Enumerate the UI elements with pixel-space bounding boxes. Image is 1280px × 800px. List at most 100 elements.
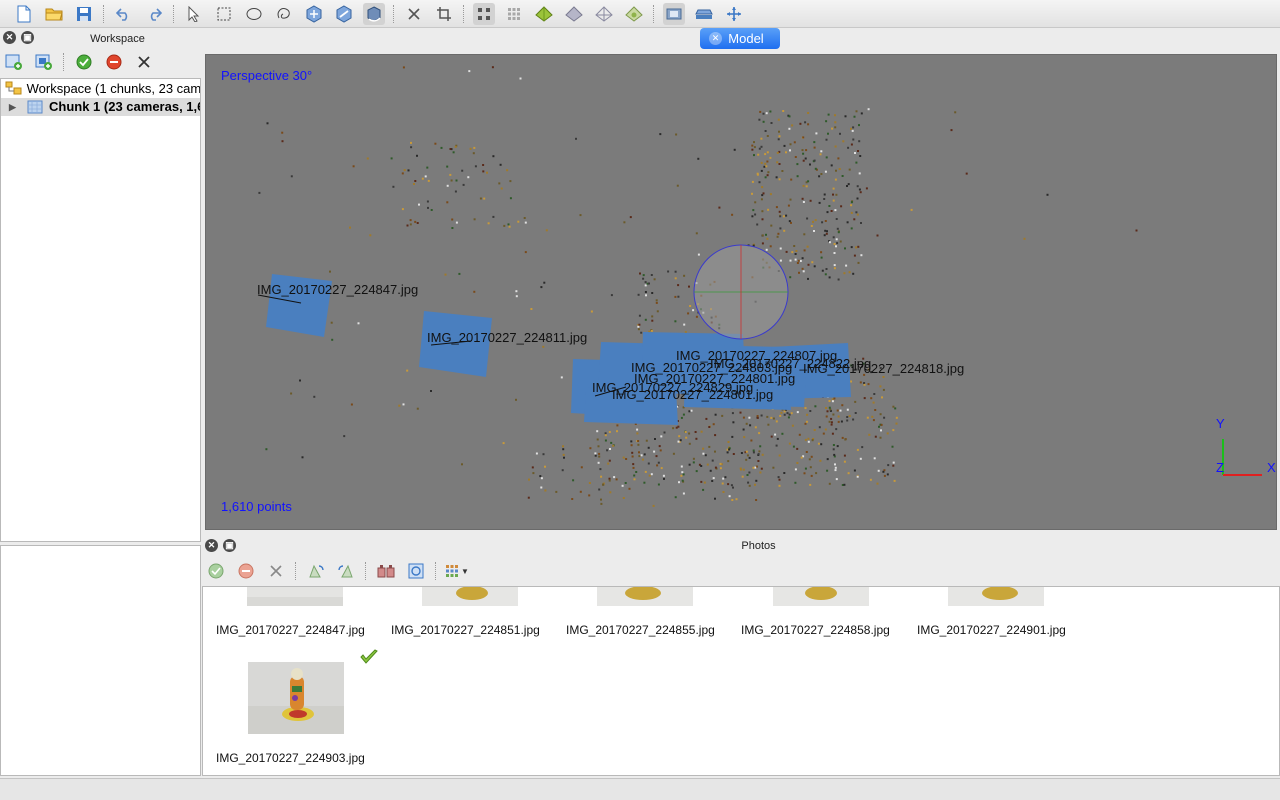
cloud-point xyxy=(638,323,641,326)
cloud-point xyxy=(398,404,401,407)
remove-camera-icon[interactable] xyxy=(265,560,287,582)
rotate-right-icon[interactable] xyxy=(335,560,357,582)
camera-label[interactable]: IMG_20170227_224801.jpg xyxy=(612,387,773,402)
remove-item-icon[interactable] xyxy=(133,51,155,73)
shaded-model-icon[interactable] xyxy=(533,3,555,25)
disable-camera-icon[interactable] xyxy=(235,560,257,582)
cloud-point xyxy=(820,251,823,254)
axis-gizmo xyxy=(1222,439,1262,476)
rectangle-selection-icon[interactable] xyxy=(213,3,235,25)
cloud-point xyxy=(859,191,862,194)
cloud-point xyxy=(629,216,632,219)
reset-view-icon[interactable] xyxy=(723,3,745,25)
rotate-left-icon[interactable] xyxy=(305,560,327,582)
cloud-point xyxy=(761,186,764,189)
cloud-point xyxy=(828,276,831,279)
add-photos-icon[interactable] xyxy=(33,51,55,73)
rotate-object-icon[interactable] xyxy=(363,3,385,25)
cloud-point xyxy=(700,430,703,433)
cloud-point xyxy=(732,486,734,489)
cloud-point xyxy=(881,396,883,399)
circle-selection-icon[interactable] xyxy=(243,3,265,25)
expand-arrow-icon[interactable]: ▶ xyxy=(9,98,16,116)
photo-name[interactable]: IMG_20170227_224903.jpg xyxy=(216,751,365,765)
view-mode-dropdown[interactable]: ▼ xyxy=(443,560,471,582)
cloud-point xyxy=(851,129,854,132)
rotate-region-icon[interactable] xyxy=(333,3,355,25)
cloud-point xyxy=(527,496,530,499)
photo-thumbnail[interactable] xyxy=(597,587,693,606)
close-photos-icon[interactable]: ✕ xyxy=(205,539,218,552)
cloud-point xyxy=(879,413,882,416)
cloud-point xyxy=(760,467,763,470)
cloud-point xyxy=(684,331,687,334)
photo-thumbnail[interactable] xyxy=(422,587,518,606)
close-tab-icon[interactable]: ✕ xyxy=(709,32,722,45)
enable-camera-icon[interactable] xyxy=(205,560,227,582)
photo-thumbnail[interactable] xyxy=(248,662,344,734)
cloud-point xyxy=(694,431,697,433)
photo-thumbnail[interactable] xyxy=(773,587,869,606)
cloud-point xyxy=(410,141,412,144)
new-document-icon[interactable] xyxy=(13,3,35,25)
textured-model-icon[interactable] xyxy=(623,3,645,25)
open-folder-icon[interactable] xyxy=(43,3,65,25)
disable-icon[interactable] xyxy=(103,51,125,73)
photo-name[interactable]: IMG_20170227_224851.jpg xyxy=(391,623,540,637)
photo-thumbnail[interactable] xyxy=(247,587,343,606)
cloud-point xyxy=(814,167,817,170)
cloud-point xyxy=(832,236,835,239)
cloud-point xyxy=(824,273,827,276)
resize-region-icon[interactable] xyxy=(303,3,325,25)
cloud-point xyxy=(869,478,872,481)
cloud-point xyxy=(687,312,690,315)
solid-model-icon[interactable] xyxy=(563,3,585,25)
reset-camera-icon[interactable] xyxy=(405,560,427,582)
point-cloud-icon[interactable] xyxy=(473,3,495,25)
cloud-point xyxy=(539,475,542,478)
tree-item-workspace[interactable]: Workspace (1 chunks, 23 cameras) xyxy=(5,80,200,98)
free-form-selection-icon[interactable] xyxy=(273,3,295,25)
cloud-point xyxy=(571,498,574,500)
trackball-gizmo[interactable] xyxy=(693,244,789,340)
float-workspace-icon[interactable]: ▣ xyxy=(21,31,34,44)
photo-name[interactable]: IMG_20170227_224901.jpg xyxy=(917,623,1066,637)
camera-label[interactable]: IMG_20170227_224847.jpg xyxy=(257,282,418,297)
camera-label[interactable]: IMG_20170227_224811.jpg xyxy=(427,330,587,345)
wireframe-model-icon[interactable] xyxy=(593,3,615,25)
float-photos-icon[interactable]: ▣ xyxy=(223,539,236,552)
photo-name[interactable]: IMG_20170227_224858.jpg xyxy=(741,623,890,637)
cloud-point xyxy=(858,188,861,191)
cloud-point xyxy=(662,474,665,477)
cloud-point xyxy=(760,145,763,148)
navigation-arrow-icon[interactable] xyxy=(183,3,205,25)
photo-thumbnail[interactable] xyxy=(948,587,1044,606)
save-icon[interactable] xyxy=(73,3,95,25)
camera-calibration-icon[interactable] xyxy=(375,560,397,582)
cloud-point xyxy=(625,458,628,460)
cloud-point xyxy=(820,173,823,175)
enable-icon[interactable] xyxy=(73,51,95,73)
cloud-point xyxy=(859,381,862,384)
show-region-icon[interactable] xyxy=(693,3,715,25)
dense-cloud-icon[interactable] xyxy=(503,3,525,25)
tab-model[interactable]: ✕ Model xyxy=(700,28,780,49)
close-workspace-icon[interactable]: ✕ xyxy=(3,31,16,44)
undo-icon[interactable] xyxy=(113,3,135,25)
show-cameras-icon[interactable] xyxy=(663,3,685,25)
3d-viewport[interactable]: Perspective 30° 1,610 points Y Z X IMG_2… xyxy=(205,54,1277,530)
cloud-point xyxy=(853,469,856,472)
photo-name[interactable]: IMG_20170227_224855.jpg xyxy=(566,623,715,637)
crop-selection-icon[interactable] xyxy=(433,3,455,25)
delete-selection-icon[interactable] xyxy=(403,3,425,25)
cloud-point xyxy=(722,477,725,480)
cloud-point xyxy=(714,434,717,437)
redo-icon[interactable] xyxy=(143,3,165,25)
cloud-point xyxy=(834,178,837,181)
add-chunk-icon[interactable] xyxy=(3,51,25,73)
cloud-point xyxy=(834,469,837,472)
cloud-point xyxy=(767,423,770,426)
photo-name[interactable]: IMG_20170227_224847.jpg xyxy=(216,623,365,637)
tree-item-chunk-1[interactable]: ▶ Chunk 1 (23 cameras, 1,610 points) xyxy=(1,98,200,116)
cloud-point xyxy=(788,413,791,416)
